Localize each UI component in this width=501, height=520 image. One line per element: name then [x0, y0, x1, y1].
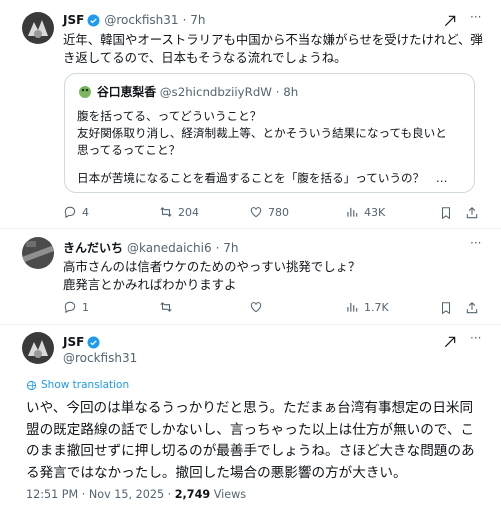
translate-icon — [26, 380, 37, 390]
timestamp[interactable]: · 7h — [216, 241, 239, 255]
quote-text: 腹を括ってる、ってどういうこと？ 友好関係取り消し、経済制裁上等、とかそういう結… — [77, 108, 447, 160]
like-icon — [250, 207, 262, 218]
divider — [0, 324, 501, 325]
like-button[interactable]: 780 — [249, 205, 289, 219]
tweet-line: 鹿発言とかみればわかりますよ — [63, 276, 237, 292]
reply-count: 4 — [82, 205, 89, 219]
tweet-meta: 12:51 PM · Nov 15, 2025 · 2,749 Views — [26, 488, 246, 501]
view-count: 1.7K — [364, 300, 389, 314]
tweet-actions: 4 204 780 43K — [63, 205, 483, 221]
bookmark-icon[interactable] — [439, 300, 453, 319]
more-icon[interactable]: ··· — [470, 236, 481, 250]
like-button[interactable] — [249, 300, 268, 314]
views-icon — [347, 207, 358, 217]
post-timestamp[interactable]: 12:51 PM · Nov 15, 2025 · — [26, 488, 175, 501]
quoted-tweet[interactable]: 谷口恵梨香 @s2hicndbziiyRdW · 8h 腹を括ってる、ってどうい… — [64, 73, 475, 193]
show-translation-link[interactable]: Show translation — [26, 379, 129, 391]
tweet-line: る発言ではなかったし。撤回した場合の悪影響の方が大きい。 — [26, 464, 407, 481]
repost-button[interactable] — [159, 300, 178, 314]
tweet-text: 近年、韓国やオーストラリアも中国から不当な嫌がらせを受けたけれど、弾 き返してる… — [63, 31, 483, 66]
quote-line: 腹を括ってる、ってどういうこと？ — [77, 109, 262, 123]
views-icon — [347, 302, 358, 312]
tweet-line: いや、今回のは単なるうっかりだと思う。ただまぁ台湾有事想定の日米同 — [26, 400, 474, 416]
author-name[interactable]: JSF — [63, 13, 84, 27]
avatar[interactable] — [22, 237, 54, 269]
grok-icon[interactable] — [443, 13, 457, 32]
quote-text-2: 日本が苦境になることを看過することを「腹を括る」っていうの？ … — [77, 170, 447, 187]
reply-icon — [64, 301, 76, 314]
quote-author-name: 谷口恵梨香 — [97, 85, 156, 99]
reply-button[interactable]: 1 — [63, 300, 89, 314]
reply-button[interactable]: 4 — [63, 205, 89, 219]
tweet-text: 高市さんのは信者ウケのためのやっすい挑発でしょ？ 鹿発言とかみればわかりますよ — [63, 258, 360, 293]
tweet-line: き返してるので、日本もそうなる流れでしょうね。 — [63, 49, 347, 65]
repost-count: 204 — [178, 205, 199, 219]
quote-line: 日本が苦境になることを看過することを「腹を括る」っていうの？ … — [77, 171, 448, 185]
avatar[interactable] — [22, 332, 54, 364]
tweet-line: のまま撤回せずに押し切るのが最善手でしょうね。さほど大きな問題のあ — [26, 443, 475, 459]
verified-icon — [87, 14, 100, 27]
author-name[interactable]: JSF — [63, 335, 84, 349]
bookmark-icon[interactable] — [439, 205, 453, 224]
quote-author-handle: @s2hicndbziiyRdW — [159, 85, 272, 99]
main-author-name-line: JSF — [63, 335, 100, 349]
repost-icon — [160, 302, 172, 312]
repost-button[interactable]: 204 — [159, 205, 199, 219]
share-icon[interactable] — [465, 300, 479, 319]
views-button[interactable]: 43K — [345, 205, 385, 219]
quote-header: 谷口恵梨香 @s2hicndbziiyRdW · 8h — [97, 83, 298, 100]
views-count: 2,749 — [174, 488, 211, 501]
timestamp[interactable]: · 7h — [183, 13, 206, 27]
like-icon — [250, 302, 262, 313]
like-count: 780 — [268, 205, 289, 219]
author-handle[interactable]: @rockfish31 — [104, 13, 178, 27]
view-count: 43K — [364, 205, 386, 219]
more-icon[interactable]: ··· — [470, 331, 481, 345]
views-button[interactable]: 1.7K — [345, 300, 389, 314]
tweet-header: JSF @rockfish31 · 7h — [63, 13, 205, 27]
author-name[interactable]: きんだいち — [63, 239, 123, 256]
quote-avatar — [77, 83, 93, 99]
avatar[interactable] — [22, 12, 54, 44]
tweet-header: きんだいち @kanedaichi6 · 7h — [63, 239, 238, 256]
tweet-line: 盟の既定路線の話でしかないし、言っちゃった以上は仕方が無いので、こ — [26, 421, 475, 438]
verified-icon — [87, 336, 100, 349]
views-label: Views — [210, 488, 247, 501]
tweet-line: 近年、韓国やオーストラリアも中国から不当な嫌がらせを受けたけれど、弾 — [63, 32, 483, 47]
author-handle[interactable]: @kanedaichi6 — [127, 241, 212, 255]
divider — [0, 228, 501, 229]
repost-icon — [160, 207, 172, 217]
reply-count: 1 — [82, 300, 89, 314]
author-handle[interactable]: @rockfish31 — [63, 351, 137, 365]
reply-icon — [64, 206, 76, 219]
share-icon[interactable] — [465, 205, 479, 224]
tweet-line: 高市さんのは信者ウケのためのやっすい挑発でしょ？ — [63, 259, 361, 274]
quote-line: 友好関係取り消し、経済制裁上等、とかそういう結果になっても良いと — [77, 126, 447, 141]
main-handle-line: @rockfish31 — [63, 351, 137, 365]
translate-label: Show translation — [41, 379, 130, 391]
main-tweet-text: いや、今回のは単なるうっかりだと思う。ただまぁ台湾有事想定の日米同 盟の既定路線… — [26, 398, 475, 484]
more-icon[interactable]: ··· — [470, 10, 481, 24]
quote-line: 思ってるってこと？ — [77, 143, 181, 158]
tweet-actions: 1 1.7K — [63, 300, 483, 316]
quote-timestamp: · 8h — [275, 85, 299, 99]
grok-icon[interactable] — [443, 334, 457, 353]
